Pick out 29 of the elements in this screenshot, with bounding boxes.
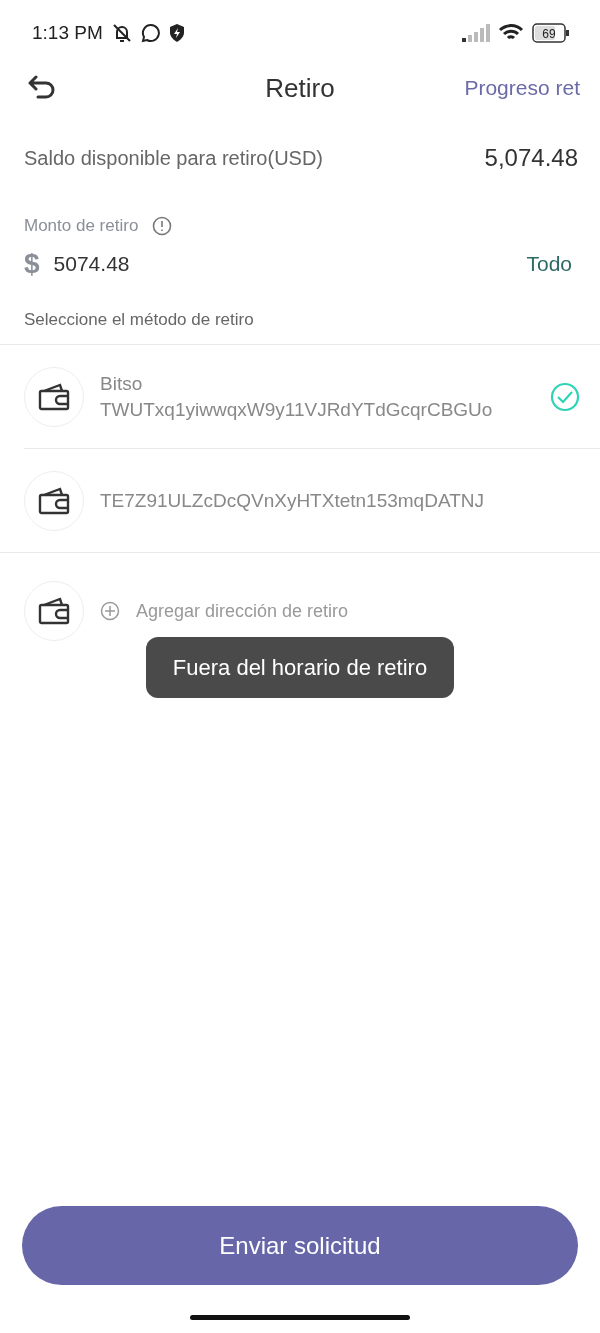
wallet-icon	[38, 486, 70, 515]
withdrawal-method[interactable]: Bitso TWUTxq1yiwwqxW9y11VJRdYTdGcqrCBGUo	[24, 345, 600, 449]
bell-off-icon	[110, 22, 133, 44]
wallet-icon	[38, 382, 70, 411]
page-title: Retiro	[265, 72, 335, 104]
amount-field[interactable]: 5074.48	[53, 252, 130, 276]
method-section-label: Seleccione el método de retiro	[23, 310, 255, 330]
balance-label: Saldo disponible para retiro(USD)	[24, 146, 324, 170]
method-name: Bitso	[100, 372, 144, 395]
withdrawal-method[interactable]: TE7Z91ULZcDcQVnXyHTXtetn153mqDATNJ	[0, 449, 600, 553]
wallet-icon	[38, 597, 70, 625]
plus-circle-icon	[100, 601, 120, 621]
submit-button[interactable]: Enviar solicitud	[22, 1206, 578, 1285]
toast-message: Fuera del horario de retiro	[146, 637, 454, 698]
wallet-address: TE7Z91ULZcDcQVnXyHTXtetn153mqDATNJ	[100, 489, 485, 512]
currency-symbol: $	[24, 248, 40, 280]
wallet-address: TWUTxq1yiwwqxW9y11VJRdYTdGcqrCBGUo	[100, 398, 494, 421]
signal-icon	[462, 24, 490, 42]
amount-label: Monto de retiro	[24, 216, 139, 236]
balance-value: 5,074.48	[484, 144, 578, 172]
add-address-button[interactable]: Agregar dirección de retiro	[100, 600, 349, 622]
progress-link[interactable]: Progreso ret	[464, 76, 580, 100]
all-button[interactable]: Todo	[520, 252, 578, 276]
shield-icon	[168, 23, 185, 43]
info-icon[interactable]	[152, 216, 173, 236]
status-time: 1:13 PM	[32, 22, 103, 44]
check-icon	[550, 381, 580, 412]
chat-icon	[140, 23, 161, 43]
back-icon[interactable]	[28, 75, 56, 101]
